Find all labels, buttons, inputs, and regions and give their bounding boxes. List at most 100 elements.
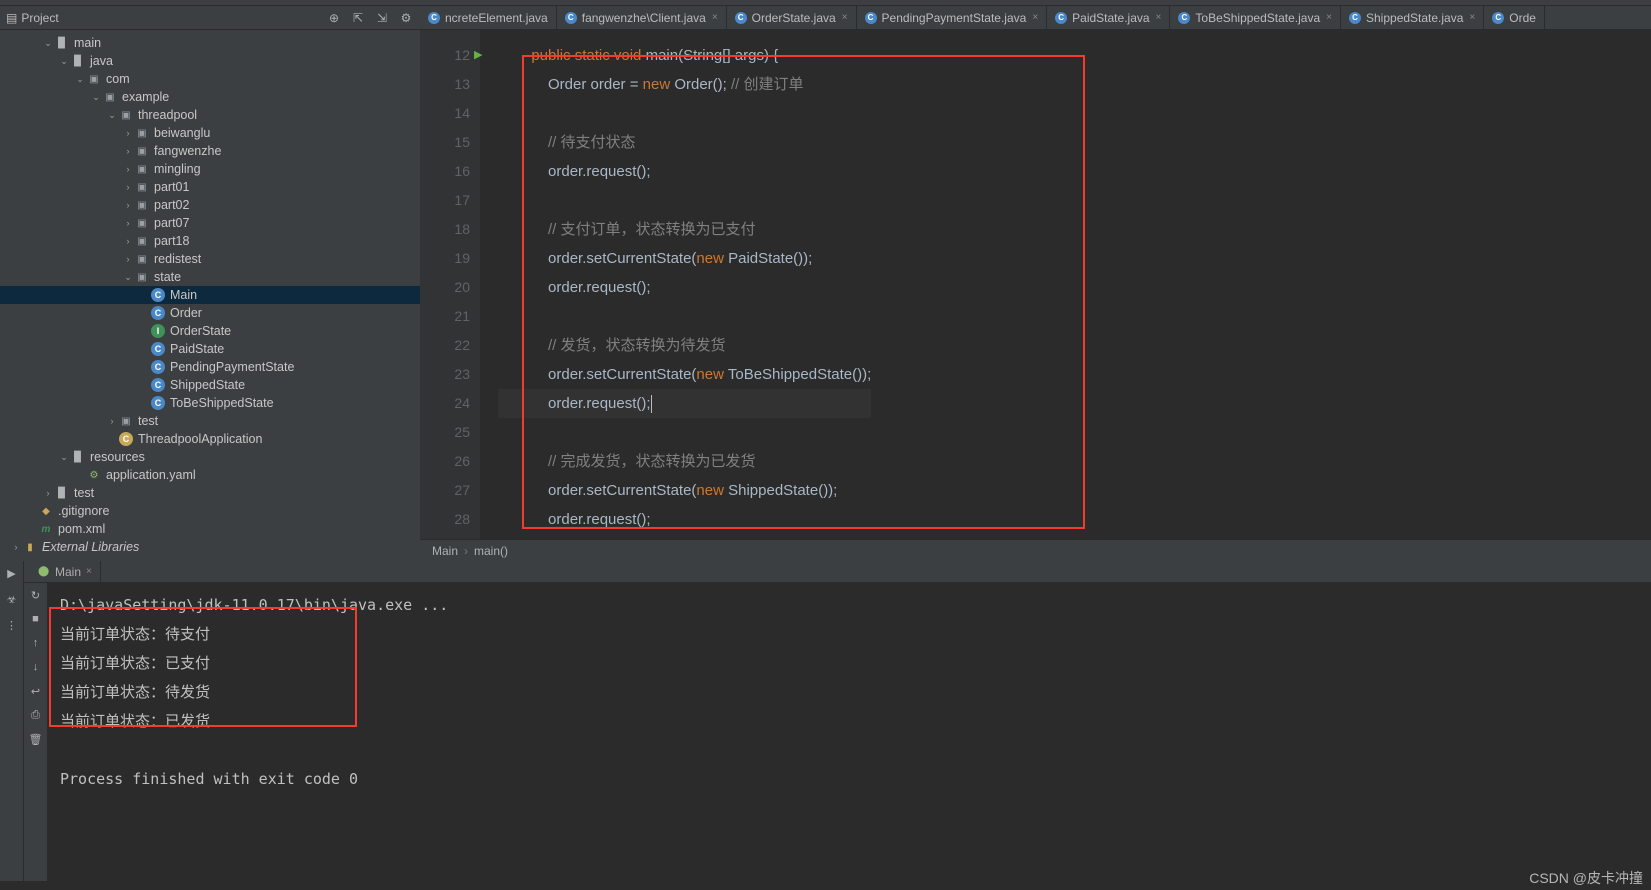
tree-item-label: java [90,54,113,68]
tree-item--gitignore[interactable]: ◆.gitignore [0,502,420,520]
tree-item-pendingpaymentstate[interactable]: CPendingPaymentState [0,358,420,376]
tree-item-order[interactable]: COrder [0,304,420,322]
collapse-icon[interactable]: ⇲ [374,10,390,26]
run-toolbar[interactable]: ↻ ■ ↑ ↓ ↩ ⎙ 🗑 [24,583,48,881]
up-icon[interactable]: ↑ [28,635,44,651]
stop-icon[interactable]: ■ [28,611,44,627]
expand-icon[interactable]: ⌄ [106,110,118,121]
tree-item-java[interactable]: ⌄▉java [0,52,420,70]
console-output[interactable]: D:\javaSetting\jdk-11.0.17\bin\java.exe … [48,583,1651,881]
tree-item-main[interactable]: ⌄▉main [0,34,420,52]
editor-tab[interactable]: CPaidState.java× [1047,6,1170,29]
expand-icon[interactable]: ⌄ [42,38,54,49]
editor-tab[interactable]: CToBeShippedState.java× [1170,6,1341,29]
close-icon[interactable]: × [712,12,718,23]
editor-tab[interactable]: Cfangwenzhe\Client.java× [557,6,727,29]
tree-item-redistest[interactable]: ›▣redistest [0,250,420,268]
tree-item-mingling[interactable]: ›▣mingling [0,160,420,178]
tree-item-part02[interactable]: ›▣part02 [0,196,420,214]
project-header-label: Project [21,11,58,25]
project-sidebar: ▤ Project ⊕⇱⇲⚙ ⌄▉main⌄▉java⌄▣com⌄▣exampl… [0,6,420,561]
close-icon[interactable]: × [1156,12,1162,23]
expand-icon[interactable]: › [42,488,54,498]
expand-icon[interactable]: › [122,128,134,138]
dots-icon[interactable]: ⋮ [4,617,20,633]
file-icon: C [1178,12,1190,24]
expand-icon[interactable]: ⌄ [122,272,134,283]
run-icon[interactable]: ▶ [4,565,20,581]
expand-icon[interactable]: ⌄ [74,74,86,85]
editor-tab[interactable]: CPendingPaymentState.java× [857,6,1048,29]
breadcrumb[interactable]: Main › main() [420,539,1651,561]
gutter: 12▶13141516171819202122232425262728 [420,30,480,539]
expand-icon[interactable]: › [122,146,134,156]
expand-icon[interactable]: › [122,182,134,192]
tree-item-part18[interactable]: ›▣part18 [0,232,420,250]
tree-item-com[interactable]: ⌄▣com [0,70,420,88]
tree-item-application-yaml[interactable]: ⚙application.yaml [0,466,420,484]
trash-icon[interactable]: 🗑 [28,731,44,747]
expand-icon[interactable]: › [122,236,134,246]
down-icon[interactable]: ↓ [28,659,44,675]
tree-item-tobeshippedstate[interactable]: CToBeShippedState [0,394,420,412]
gear-icon[interactable]: ⚙ [398,10,414,26]
expand-icon[interactable]: › [122,200,134,210]
tree-item-paidstate[interactable]: CPaidState [0,340,420,358]
run-tab-main[interactable]: ⬤ Main × [30,561,101,582]
run-gutter-icon[interactable]: ▶ [474,41,482,70]
expand-icon[interactable]: › [122,254,134,264]
tree-item-fangwenzhe[interactable]: ›▣fangwenzhe [0,142,420,160]
tree-item-state[interactable]: ⌄▣state [0,268,420,286]
tree-item-resources[interactable]: ⌄▉resources [0,448,420,466]
run-left-controls[interactable]: un: ▶☣⋮ [0,561,24,881]
tree-item-label: com [106,72,130,86]
tree-item-threadpoolapplication[interactable]: CThreadpoolApplication [0,430,420,448]
expand-icon[interactable]: › [122,218,134,228]
editor-tab[interactable]: CncreteElement.java [420,6,557,29]
rerun-icon[interactable]: ↻ [28,587,44,603]
tree-item-label: Order [170,306,202,320]
tree-item-shippedstate[interactable]: CShippedState [0,376,420,394]
code-editor[interactable]: 12▶13141516171819202122232425262728 publ… [420,30,1651,539]
expand-icon[interactable]: › [106,416,118,426]
tree-item-beiwanglu[interactable]: ›▣beiwanglu [0,124,420,142]
tree-item-label: ThreadpoolApplication [138,432,262,446]
tree-item-external-libraries[interactable]: ›▮External Libraries [0,538,420,556]
expand-icon[interactable]: ⌄ [90,92,102,103]
close-icon[interactable]: × [1032,12,1038,23]
tree-item-example[interactable]: ⌄▣example [0,88,420,106]
close-icon[interactable]: × [842,12,848,23]
editor-tab[interactable]: COrde [1484,6,1545,29]
tree-item-orderstate[interactable]: IOrderState [0,322,420,340]
editor-tabs[interactable]: CncreteElement.java Cfangwenzhe\Client.ja… [420,6,1651,30]
bug-icon[interactable]: ☣ [4,591,20,607]
tree-item-test[interactable]: ›▉test [0,484,420,502]
expand-icon[interactable]: ⇱ [350,10,366,26]
tree-item-test[interactable]: ›▣test [0,412,420,430]
tree-item-threadpool[interactable]: ⌄▣threadpool [0,106,420,124]
expand-icon[interactable]: ⌄ [58,452,70,463]
tree-item-label: ToBeShippedState [170,396,274,410]
tree-item-part07[interactable]: ›▣part07 [0,214,420,232]
tree-item-main[interactable]: CMain [0,286,420,304]
close-icon[interactable]: × [1469,12,1475,23]
close-icon[interactable]: × [86,566,92,577]
code[interactable]: public static void main(String[] args) {… [480,30,871,539]
print-icon[interactable]: ⎙ [28,707,44,723]
tree-item-label: ShippedState [170,378,245,392]
run-tabs[interactable]: ⬤ Main × [24,561,1651,583]
editor-tab[interactable]: COrderState.java× [727,6,857,29]
tree-item-pom-xml[interactable]: mpom.xml [0,520,420,538]
expand-icon[interactable]: › [122,164,134,174]
tab-label: fangwenzhe\Client.java [582,11,706,25]
editor-area: CncreteElement.java Cfangwenzhe\Client.ja… [420,6,1651,561]
editor-tab[interactable]: CShippedState.java× [1341,6,1484,29]
project-tree[interactable]: ⌄▉main⌄▉java⌄▣com⌄▣example⌄▣threadpool›▣… [0,30,420,561]
wrap-icon[interactable]: ↩ [28,683,44,699]
tree-item-part01[interactable]: ›▣part01 [0,178,420,196]
close-icon[interactable]: × [1326,12,1332,23]
target-icon[interactable]: ⊕ [326,10,342,26]
expand-icon[interactable]: › [10,542,22,552]
expand-icon[interactable]: ⌄ [58,56,70,67]
tree-item-label: part01 [154,180,189,194]
